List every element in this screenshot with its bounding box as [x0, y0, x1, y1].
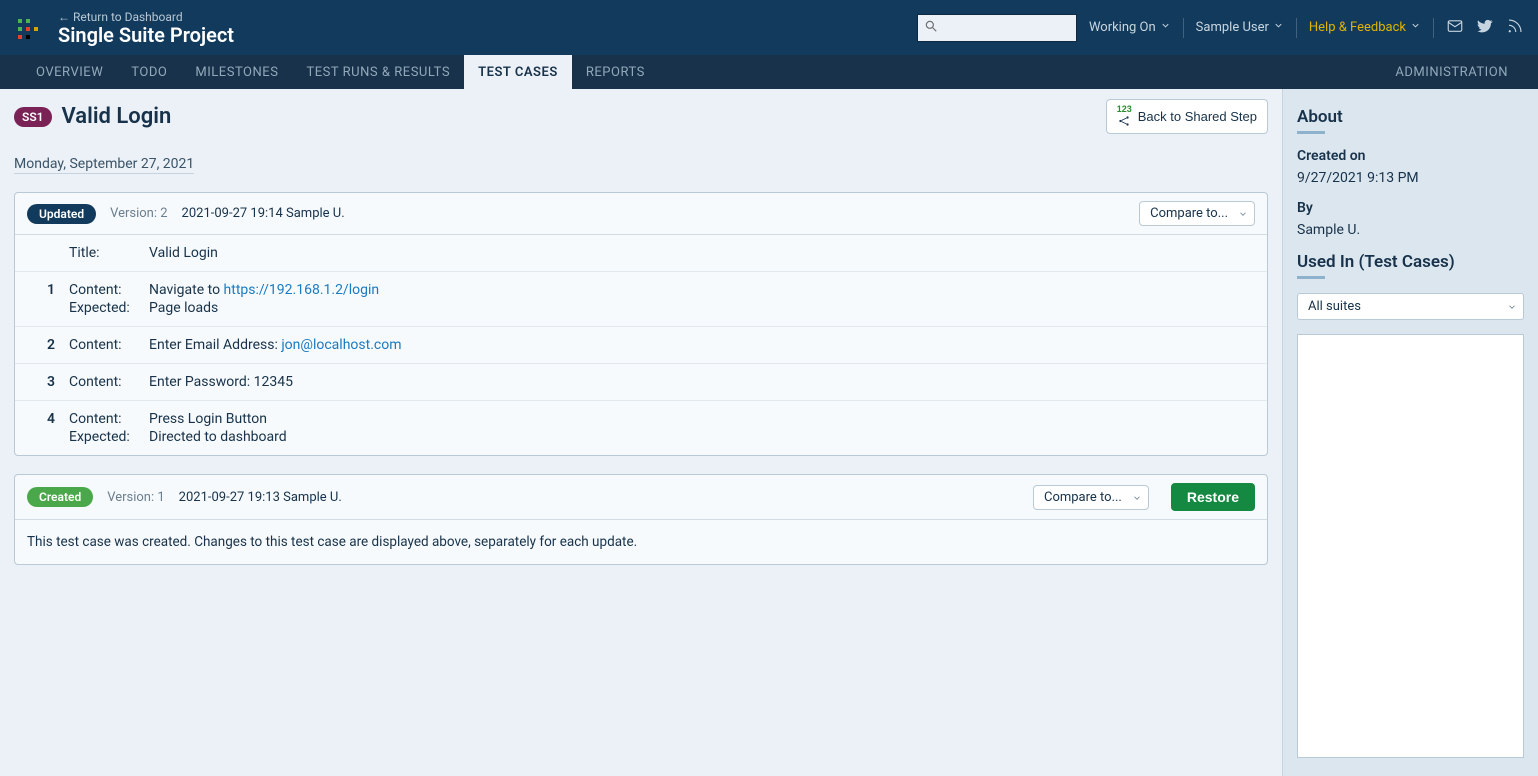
- step-row: 4 Content: Press Login Button Expected: …: [15, 401, 1267, 455]
- underline: [1297, 131, 1325, 134]
- tab-milestones[interactable]: MILESTONES: [181, 55, 292, 89]
- twitter-icon[interactable]: [1476, 17, 1494, 39]
- by-value: Sample U.: [1297, 222, 1524, 238]
- history-updated-card: Updated Version: 2 2021-09-27 19:14 Samp…: [14, 192, 1268, 456]
- field-label: Content:: [69, 282, 149, 298]
- tab-todo[interactable]: TODO: [117, 55, 181, 89]
- email-link[interactable]: jon@localhost.com: [281, 337, 401, 353]
- top-header: ← Return to Dashboard Single Suite Proje…: [0, 0, 1538, 55]
- chevron-down-icon: [1273, 20, 1284, 35]
- rss-icon[interactable]: [1506, 17, 1524, 39]
- step-row: 1 Content: Navigate to https://192.168.1…: [15, 272, 1267, 327]
- created-timestamp: 2021-09-27 19:13 Sample U.: [179, 490, 342, 505]
- field-value: Press Login Button: [149, 411, 267, 427]
- field-label: Title:: [69, 245, 149, 261]
- step-row: 3 Content: Enter Password: 12345: [15, 364, 1267, 401]
- step-number: 2: [31, 337, 69, 353]
- used-in-listbox[interactable]: [1297, 334, 1524, 758]
- sidebar: About Created on 9/27/2021 9:13 PM By Sa…: [1282, 89, 1538, 776]
- back-to-shared-step-button[interactable]: 123 Back to Shared Step: [1106, 99, 1268, 134]
- field-value: Enter Password: 12345: [149, 374, 293, 390]
- project-block: ← Return to Dashboard Single Suite Proje…: [58, 10, 234, 46]
- created-on-label: Created on: [1297, 148, 1524, 164]
- working-on-dropdown[interactable]: Working On: [1089, 20, 1171, 35]
- step-number: 1: [31, 282, 69, 316]
- version-label: Version: 2: [110, 206, 167, 221]
- title-row: SS1 Valid Login 123 Back to Shared Step: [14, 99, 1268, 134]
- chevron-down-icon: [1507, 302, 1517, 312]
- version-label: Version: 1: [107, 490, 164, 505]
- suites-select[interactable]: All suites: [1297, 293, 1524, 320]
- chevron-down-icon: [1238, 209, 1248, 219]
- by-label: By: [1297, 200, 1524, 216]
- project-title: Single Suite Project: [58, 24, 234, 46]
- title-row: Title: Valid Login: [15, 235, 1267, 272]
- field-label: Expected:: [69, 429, 149, 445]
- separator: [1433, 18, 1434, 38]
- step-number: 4: [31, 411, 69, 445]
- tab-reports[interactable]: REPORTS: [572, 55, 659, 89]
- field-value: Enter Email Address: jon@localhost.com: [149, 337, 401, 353]
- mail-icon[interactable]: [1446, 17, 1464, 39]
- page-title: Valid Login: [62, 104, 172, 129]
- return-dashboard-link[interactable]: ← Return to Dashboard: [58, 10, 234, 24]
- help-label: Help & Feedback: [1309, 20, 1406, 35]
- field-label: Content:: [69, 337, 149, 353]
- main-content: SS1 Valid Login 123 Back to Shared Step …: [0, 89, 1282, 776]
- history-created-card: Created Version: 1 2021-09-27 19:13 Samp…: [14, 474, 1268, 565]
- field-value: Navigate to https://192.168.1.2/login: [149, 282, 379, 298]
- help-feedback-dropdown[interactable]: Help & Feedback: [1309, 20, 1421, 35]
- updated-timestamp: 2021-09-27 19:14 Sample U.: [182, 206, 345, 221]
- url-link[interactable]: https://192.168.1.2/login: [224, 282, 380, 298]
- tab-test-runs[interactable]: TEST RUNS & RESULTS: [292, 55, 464, 89]
- back-button-label: Back to Shared Step: [1138, 109, 1257, 124]
- underline: [1297, 276, 1325, 279]
- nav-bar: OVERVIEW TODO MILESTONES TEST RUNS & RES…: [0, 55, 1538, 89]
- share-icon: [1117, 114, 1131, 128]
- working-on-label: Working On: [1089, 20, 1156, 35]
- user-label: Sample User: [1196, 20, 1269, 35]
- user-dropdown[interactable]: Sample User: [1196, 20, 1284, 35]
- administration-link[interactable]: ADMINISTRATION: [1387, 65, 1516, 80]
- updated-pill: Updated: [27, 204, 96, 224]
- search-input[interactable]: [917, 14, 1077, 42]
- compare-label: Compare to...: [1150, 206, 1228, 221]
- created-message: This test case was created. Changes to t…: [15, 520, 1267, 564]
- separator: [1183, 18, 1184, 38]
- chevron-down-icon: [1132, 493, 1142, 503]
- step-row: 2 Content: Enter Email Address: jon@loca…: [15, 327, 1267, 364]
- restore-button[interactable]: Restore: [1171, 483, 1255, 511]
- field-value: Valid Login: [149, 245, 218, 261]
- suites-selected-label: All suites: [1308, 299, 1361, 314]
- steps-icon: 123: [1117, 105, 1132, 114]
- about-heading: About: [1297, 107, 1524, 127]
- field-value: Page loads: [149, 300, 218, 316]
- created-on-value: 9/27/2021 9:13 PM: [1297, 170, 1524, 186]
- tab-test-cases[interactable]: TEST CASES: [464, 55, 572, 89]
- search-icon: [924, 19, 938, 37]
- field-label: Content:: [69, 411, 149, 427]
- tab-overview[interactable]: OVERVIEW: [22, 55, 117, 89]
- created-pill: Created: [27, 487, 93, 507]
- compare-to-select[interactable]: Compare to...: [1139, 201, 1255, 226]
- case-id-badge: SS1: [14, 107, 52, 127]
- history-date-heading: Monday, September 27, 2021: [14, 156, 194, 174]
- chevron-down-icon: [1160, 20, 1171, 35]
- chevron-down-icon: [1410, 20, 1421, 35]
- field-value: Directed to dashboard: [149, 429, 287, 445]
- step-number: 3: [31, 374, 69, 390]
- compare-label: Compare to...: [1044, 490, 1122, 505]
- field-label: Content:: [69, 374, 149, 390]
- compare-to-select[interactable]: Compare to...: [1033, 485, 1149, 510]
- separator: [1296, 18, 1297, 38]
- app-logo: [14, 15, 40, 41]
- used-in-heading: Used In (Test Cases): [1297, 252, 1524, 272]
- field-label: Expected:: [69, 300, 149, 316]
